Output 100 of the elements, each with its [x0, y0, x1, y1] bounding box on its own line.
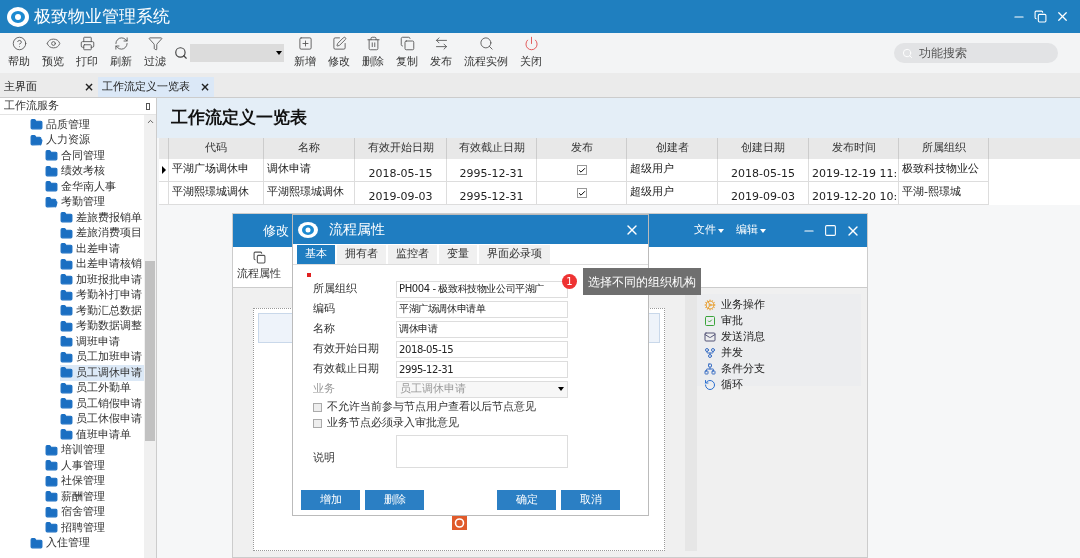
- input-field[interactable]: 2995-12-31: [396, 360, 568, 378]
- table-cell-text: 调休申请: [266, 161, 312, 177]
- tree-item[interactable]: 考勤管理: [45, 194, 144, 210]
- palette-item[interactable]: 条件分支: [697, 361, 861, 377]
- input-field[interactable]: 2018-05-15: [396, 340, 568, 358]
- input-field[interactable]: 调休申请: [396, 320, 568, 338]
- tree-item[interactable]: 薪酬管理: [45, 489, 144, 505]
- toolbar-button[interactable]: 删除: [356, 34, 390, 72]
- checkbox[interactable]: [576, 188, 587, 198]
- close-icon[interactable]: [1055, 9, 1070, 24]
- folder-icon: [60, 211, 73, 225]
- toolbar-button[interactable]: 刷新: [104, 34, 138, 72]
- tree-item[interactable]: 考勤数据调整: [60, 318, 144, 334]
- table-cell-text: 平湖广场调休申: [171, 161, 250, 177]
- dialog-button[interactable]: 删除: [365, 490, 424, 510]
- toolbar-button[interactable]: 打印: [70, 34, 104, 72]
- palette-item[interactable]: 并发: [697, 345, 861, 361]
- copy-icon: [399, 35, 415, 51]
- toolbar-button[interactable]: 新增: [288, 34, 322, 72]
- tab-close-button[interactable]: ×: [83, 78, 94, 96]
- toolbar-button[interactable]: 帮助: [2, 34, 36, 72]
- tab[interactable]: 拥有者: [337, 245, 386, 264]
- tree-item[interactable]: 员工调休申请: [60, 365, 144, 381]
- tree-item[interactable]: 考勤补打申请: [60, 287, 144, 303]
- toolbar-button[interactable]: 关闭: [514, 34, 548, 72]
- tree-item[interactable]: 差旅费报销单: [60, 210, 144, 226]
- field-label: 所属组织: [313, 280, 358, 297]
- palette-item[interactable]: 循环: [697, 377, 861, 393]
- tab[interactable]: 工作流定义一览表 ×: [98, 77, 214, 97]
- tree-item[interactable]: 员工休假申请: [60, 411, 144, 427]
- tree-item[interactable]: 员工外勤单: [60, 380, 144, 396]
- tree-item[interactable]: 培训管理: [45, 442, 144, 458]
- tree-item[interactable]: 考勤汇总数据: [60, 303, 144, 319]
- tree-item[interactable]: 金华南人事: [45, 179, 144, 195]
- tree-item[interactable]: 人事管理: [45, 458, 144, 474]
- toolbar-button[interactable]: 过滤: [138, 34, 172, 72]
- scrollbar[interactable]: [144, 115, 156, 558]
- tree-item[interactable]: 入住管理: [30, 535, 144, 551]
- palette-item[interactable]: 发送消息: [697, 329, 861, 345]
- search-input[interactable]: 功能搜索: [919, 44, 1039, 62]
- tree-item[interactable]: 出差申请核销: [60, 256, 144, 272]
- tree-item[interactable]: 宿舍管理: [45, 504, 144, 520]
- tree-item[interactable]: 差旅消费项目: [60, 225, 144, 241]
- tree-item[interactable]: 员工销假申请: [60, 396, 144, 412]
- tree-item[interactable]: 社保管理: [45, 473, 144, 489]
- function-search-field[interactable]: 功能搜索: [894, 43, 1058, 63]
- input-field[interactable]: 平湖广场调休申请单: [396, 300, 568, 318]
- table-cell-text: 2019-12-20 10:: [811, 189, 898, 204]
- fork-icon: [704, 347, 716, 359]
- checkbox[interactable]: [576, 165, 587, 175]
- tree-item[interactable]: 调班申请: [60, 334, 144, 350]
- input-field[interactable]: PH004 - 极致科技物业公司平湖广: [396, 280, 568, 298]
- tree-item[interactable]: 招聘管理: [45, 520, 144, 536]
- row-pointer-icon: [161, 166, 166, 174]
- menu-button[interactable]: 文件: [694, 222, 724, 239]
- tab[interactable]: 界面必录项: [479, 245, 550, 264]
- tab[interactable]: 变量: [439, 245, 477, 264]
- menu-button[interactable]: 编辑: [736, 222, 766, 239]
- toolbar-button[interactable]: 流程属性: [237, 251, 281, 283]
- dialog-button[interactable]: 确定: [497, 490, 556, 510]
- tab[interactable]: 基本: [297, 245, 335, 264]
- tree-item[interactable]: 出差申请: [60, 241, 144, 257]
- toolbar-button[interactable]: 复制: [390, 34, 424, 72]
- tree-item[interactable]: 绩效考核: [45, 163, 144, 179]
- palette-item[interactable]: 审批: [697, 313, 861, 329]
- filter-icon: [147, 35, 163, 51]
- note-field[interactable]: [396, 435, 568, 468]
- eye-icon: [45, 35, 61, 51]
- scroll-up-icon[interactable]: [145, 117, 155, 126]
- table-cell-text: 2018-05-15: [367, 166, 434, 181]
- tab[interactable]: 监控者: [388, 245, 437, 264]
- checkbox[interactable]: 业务节点必须录入审批意见: [313, 415, 628, 431]
- row-header-cell[interactable]: [159, 182, 169, 205]
- folder-icon: [30, 118, 43, 132]
- field-label: 有效开始日期: [313, 340, 380, 357]
- toolbar-button[interactable]: 流程实例: [458, 34, 514, 72]
- tree-item[interactable]: 员工加班申请: [60, 349, 144, 365]
- restore-icon[interactable]: [1034, 10, 1047, 23]
- tree-item[interactable]: 人力资源: [30, 132, 144, 148]
- dialog-button[interactable]: 取消: [561, 490, 620, 510]
- tree-item[interactable]: 加班报批申请: [60, 272, 144, 288]
- scrollbar-thumb[interactable]: [145, 261, 155, 441]
- tree-item[interactable]: 合同管理: [45, 148, 144, 164]
- toolbar-button[interactable]: 预览: [36, 34, 70, 72]
- tree-item[interactable]: 值班申请单: [60, 427, 144, 443]
- scrollbar[interactable]: [685, 294, 697, 551]
- palette-item[interactable]: 业务操作: [697, 297, 861, 313]
- checkbox[interactable]: 不允许当前参与节点用户查看以后节点意见: [313, 399, 628, 415]
- toolbar-button[interactable]: 发布: [424, 34, 458, 72]
- open-folder-icon: [30, 133, 43, 147]
- maximize-icon[interactable]: [824, 224, 837, 237]
- toolbar-button[interactable]: 修改: [322, 34, 356, 72]
- folder-icon: [30, 536, 43, 550]
- table-cell-text: 超级用户: [629, 161, 675, 177]
- dialog-button[interactable]: 增加: [301, 490, 360, 510]
- tab-close-button[interactable]: ×: [199, 78, 210, 96]
- folder-icon: [60, 273, 73, 287]
- table-cell-text: 2019-09-03: [730, 189, 796, 204]
- logo-icon: [297, 220, 319, 239]
- tree-item[interactable]: 品质管理: [30, 117, 144, 133]
